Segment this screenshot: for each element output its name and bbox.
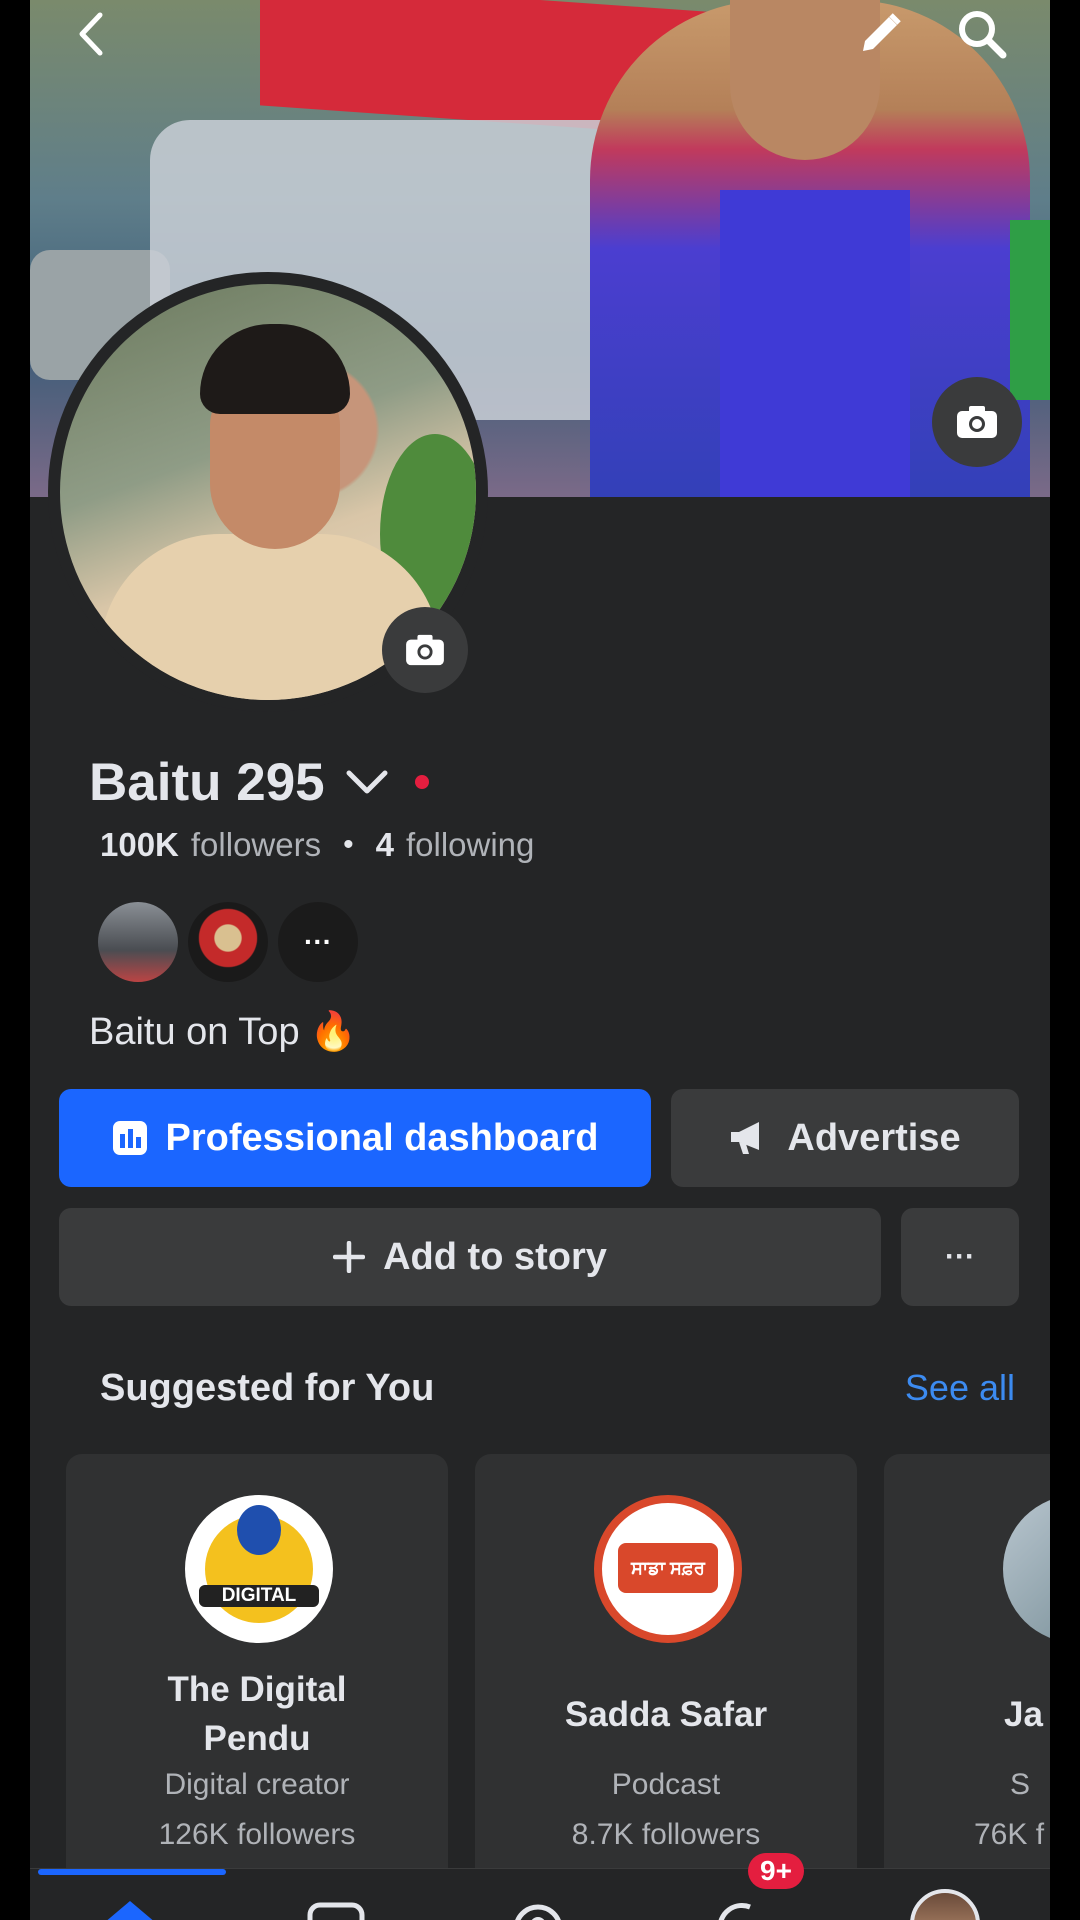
bottom-nav: 9+ xyxy=(30,1853,1050,1920)
online-dot xyxy=(414,775,429,789)
follower-avatars[interactable]: ··· xyxy=(98,902,368,982)
advertise-button[interactable]: Advertise xyxy=(671,1089,1019,1187)
suggested-name: Sadda Safar xyxy=(564,1695,768,1734)
profile-name: Baitu 295 xyxy=(89,752,325,812)
profile-screen: Baitu 295 100K followers • 4 following ·… xyxy=(30,0,1050,1920)
suggested-category: S xyxy=(1010,1768,1031,1801)
more-followers-button[interactable]: ··· xyxy=(278,902,358,982)
dashboard-icon xyxy=(112,1120,148,1156)
followers-label[interactable]: followers xyxy=(191,826,321,864)
edit-pencil-icon[interactable] xyxy=(850,4,910,64)
bio-text: Baitu on Top xyxy=(89,1010,300,1053)
active-tab-indicator xyxy=(38,1869,226,1875)
suggested-card[interactable]: ਸਾਡਾ ਸਫ਼ਰ Sadda Safar Podcast 8.7K follo… xyxy=(475,1454,857,1920)
profile-stats: 100K followers • 4 following xyxy=(100,826,535,864)
suggested-title: Suggested for You xyxy=(100,1367,435,1409)
back-icon[interactable] xyxy=(60,4,120,64)
plus-icon xyxy=(333,1241,366,1273)
megaphone-icon xyxy=(729,1120,769,1156)
follower-avatar[interactable] xyxy=(98,902,178,982)
chevron-down-icon[interactable] xyxy=(345,767,389,797)
video-icon[interactable] xyxy=(306,1899,366,1920)
suggested-name: The Digital Pendu xyxy=(167,1670,347,1758)
sadda-safar-logo: ਸਾਡਾ ਸਫ਼ਰ xyxy=(594,1495,742,1643)
suggested-category: Podcast xyxy=(611,1768,721,1801)
the-digital-pendu-logo: DIGITAL xyxy=(185,1495,333,1643)
suggested-category: Digital creator xyxy=(164,1768,350,1801)
suggested-name: Ja xyxy=(1004,1695,1043,1734)
more-options-button[interactable]: ··· xyxy=(901,1208,1019,1306)
more-dots-icon: ··· xyxy=(945,1240,975,1273)
following-label[interactable]: following xyxy=(406,826,534,864)
professional-dashboard-button[interactable]: Professional dashboard xyxy=(59,1089,651,1187)
suggested-followers: 76K f xyxy=(974,1818,1045,1851)
notifications-icon[interactable] xyxy=(710,1899,770,1920)
followers-count[interactable]: 100K xyxy=(100,826,179,864)
profile-name-row: Baitu 295 xyxy=(89,750,429,814)
suggested-followers: 8.7K followers xyxy=(571,1818,761,1851)
suggested-card[interactable]: Ja S 76K f xyxy=(884,1454,1050,1920)
profile-tab-avatar[interactable] xyxy=(910,1889,980,1920)
marketplace-icon[interactable] xyxy=(508,1899,568,1920)
search-icon[interactable] xyxy=(950,2,1014,66)
suggested-card[interactable]: DIGITAL The Digital Pendu Digital creato… xyxy=(66,1454,448,1920)
following-count[interactable]: 4 xyxy=(376,826,394,864)
suggested-avatar xyxy=(1003,1495,1050,1643)
follower-avatar[interactable] xyxy=(188,902,268,982)
suggested-followers: 126K followers xyxy=(158,1818,356,1851)
notifications-badge: 9+ xyxy=(748,1853,804,1889)
profile-bio: Baitu on Top 🔥 xyxy=(89,1010,357,1054)
home-icon[interactable] xyxy=(100,1899,160,1920)
add-to-story-button[interactable]: Add to story xyxy=(59,1208,881,1306)
avatar-camera-icon[interactable] xyxy=(382,607,468,693)
cover-camera-icon[interactable] xyxy=(932,377,1022,467)
see-all-link[interactable]: See all xyxy=(905,1367,1015,1409)
fire-icon: 🔥 xyxy=(309,1011,357,1053)
